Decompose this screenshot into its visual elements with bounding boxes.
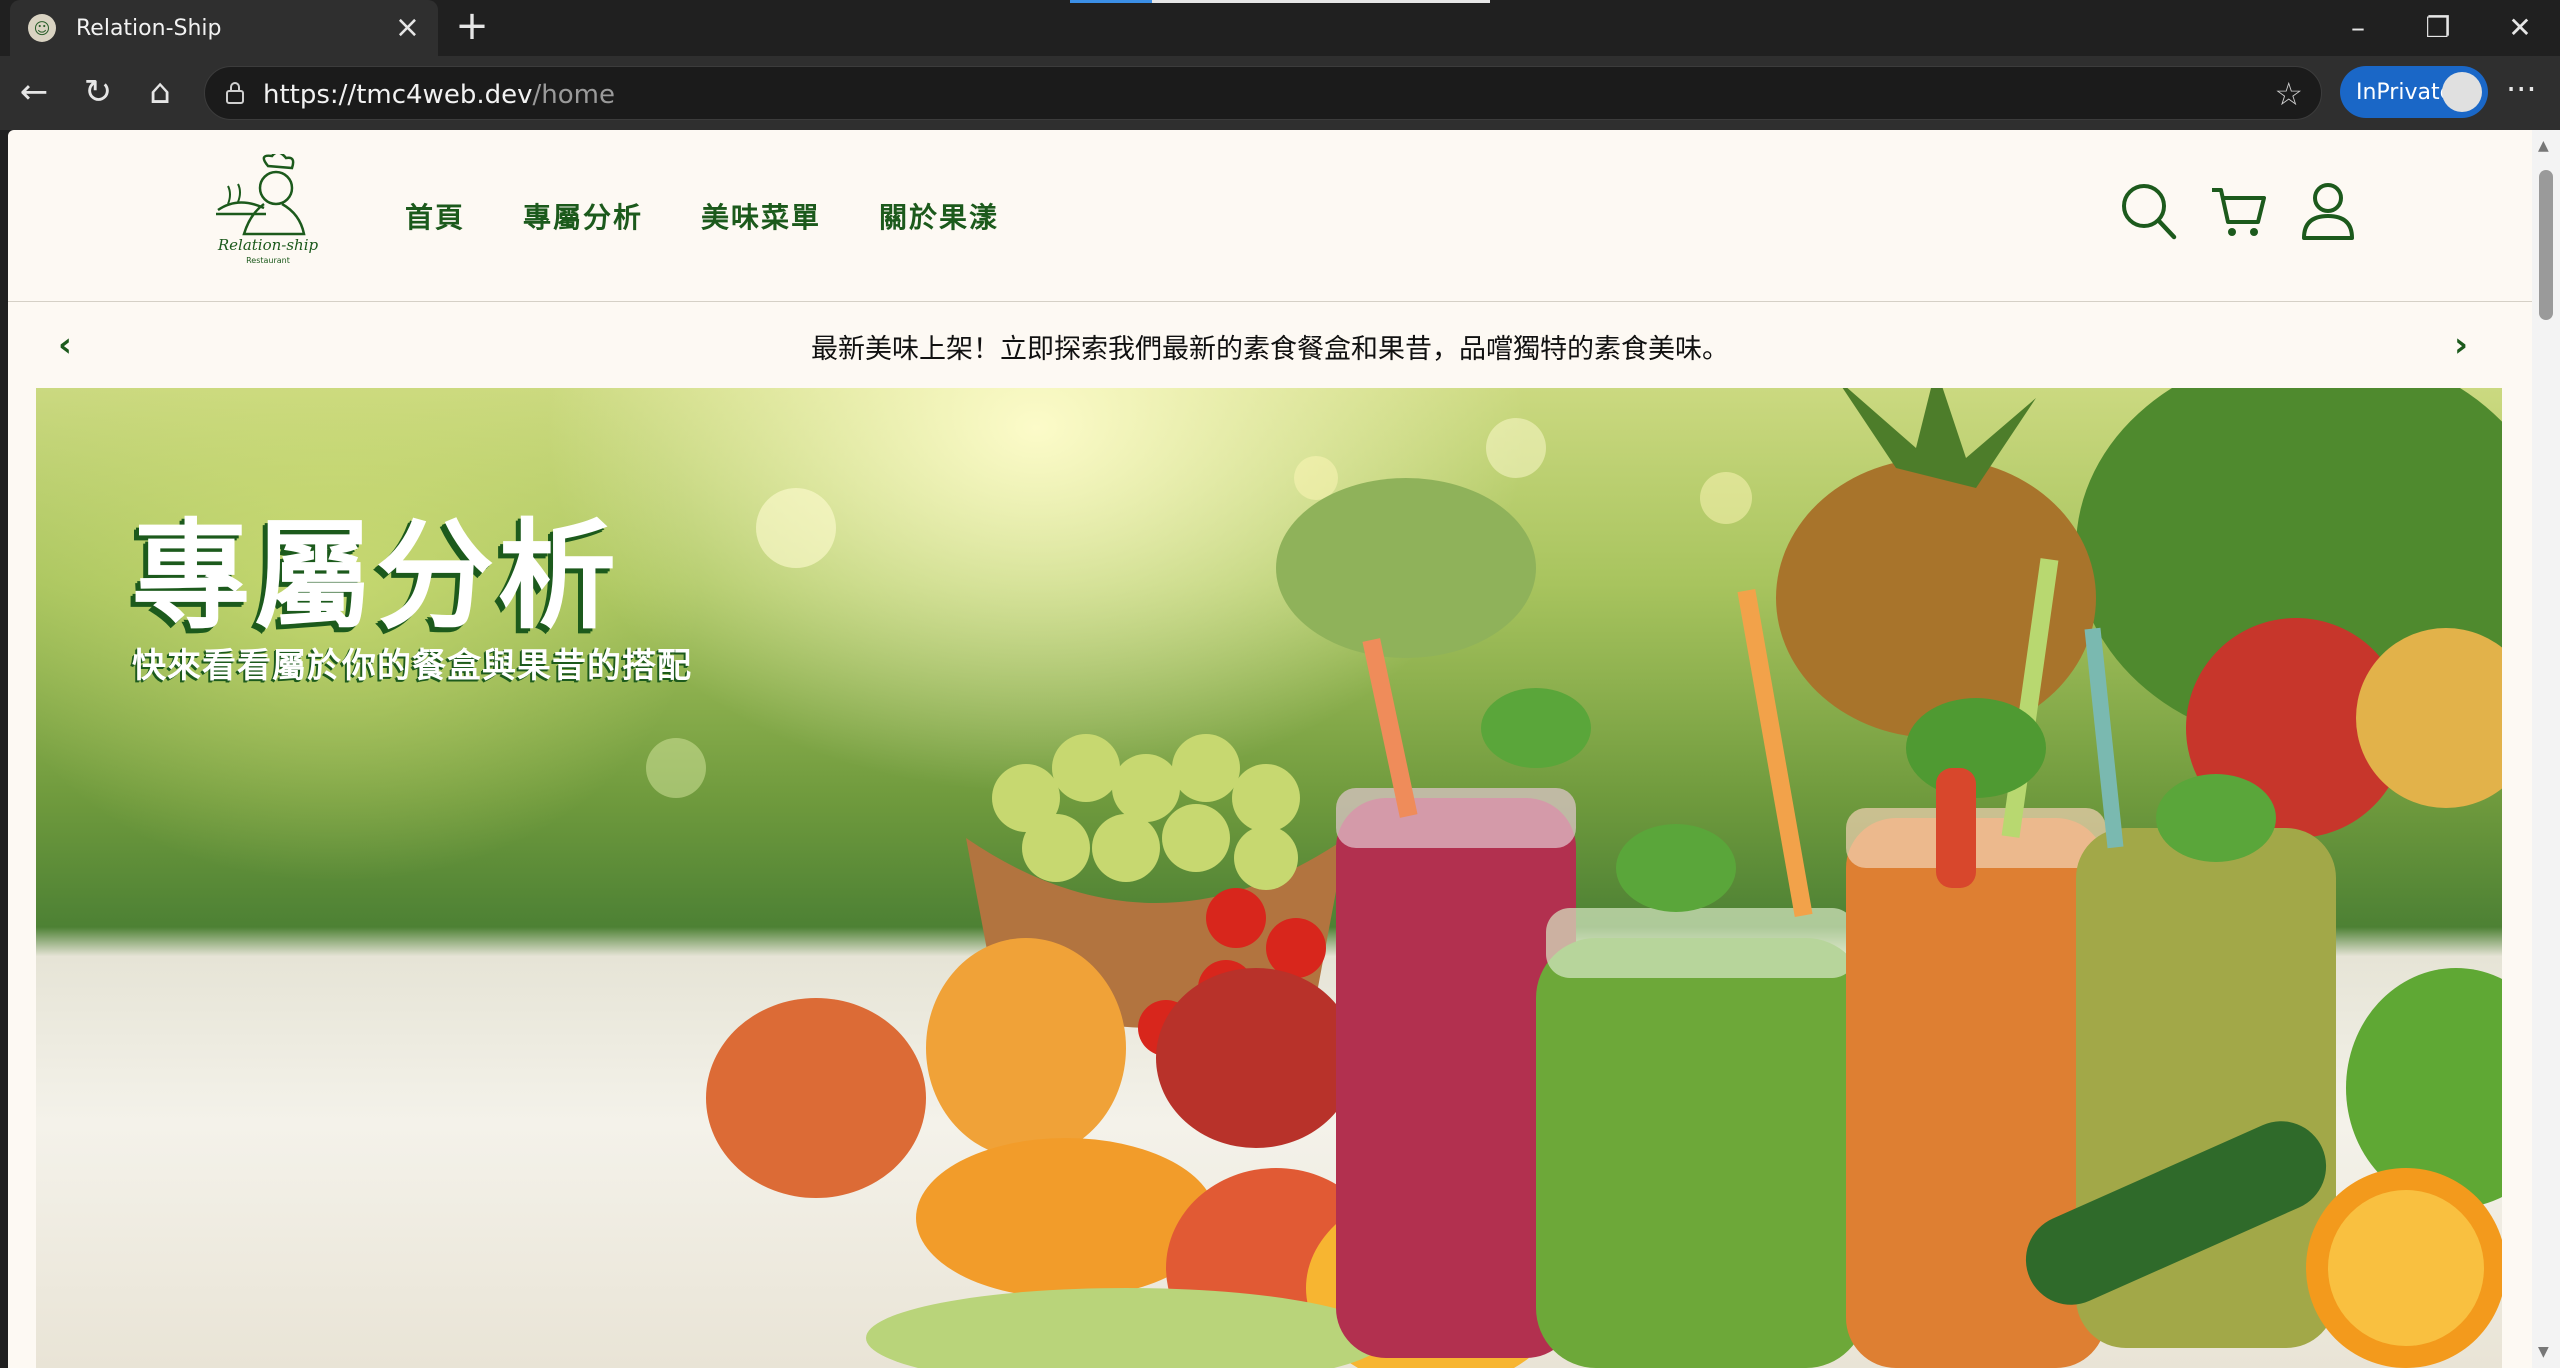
main-nav: 首頁 專屬分析 美味菜單 關於果漾 <box>405 196 1057 236</box>
hero-banner: 專屬分析 快來看看屬於你的餐盒與果昔的搭配 <box>36 388 2502 1368</box>
scroll-down-arrow-icon[interactable]: ▼ <box>2538 1344 2549 1360</box>
more-options-icon[interactable]: ··· <box>2506 70 2537 108</box>
search-icon[interactable] <box>2118 180 2178 242</box>
browser-tab[interactable]: ☺ Relation-Ship × <box>10 0 438 56</box>
nav-about[interactable]: 關於果漾 <box>879 196 999 236</box>
browser-titlebar: ☺ Relation-Ship × + – ❐ ✕ <box>0 0 2560 56</box>
favorite-star-icon[interactable]: ☆ <box>2274 75 2303 113</box>
promo-banner: ‹ 最新美味上架！立即探索我們最新的素食餐盒和果昔，品嚐獨特的素食美味。 › <box>8 303 2532 389</box>
address-bar[interactable]: https://tmc4web.dev/home ☆ <box>204 66 2322 120</box>
scroll-thumb[interactable] <box>2539 170 2553 320</box>
promo-text: 最新美味上架！立即探索我們最新的素食餐盒和果昔，品嚐獨特的素食美味。 <box>811 334 1729 365</box>
site-header: Relation-ship Restaurant 首頁 專屬分析 美味菜單 關於… <box>8 130 2532 302</box>
logo-subtext: Restaurant <box>246 256 290 265</box>
chevron-right-icon[interactable]: › <box>2454 325 2468 365</box>
inprivate-profile-button[interactable]: InPrivate <box>2340 66 2488 118</box>
home-icon[interactable]: ⌂ <box>138 70 182 114</box>
minimize-button[interactable]: – <box>2332 8 2384 48</box>
lock-icon[interactable] <box>225 81 245 105</box>
browser-toolbar: ← ↻ ⌂ https://tmc4web.dev/home ☆ InPriva… <box>0 56 2560 130</box>
nav-menu[interactable]: 美味菜單 <box>701 196 821 236</box>
chef-logo-icon <box>216 151 306 236</box>
tab-favicon-icon: ☺ <box>28 14 56 42</box>
profile-avatar <box>2442 72 2482 112</box>
header-actions <box>2118 180 2388 242</box>
close-window-button[interactable]: ✕ <box>2494 8 2546 48</box>
account-icon[interactable] <box>2298 180 2358 242</box>
scroll-up-arrow-icon[interactable]: ▲ <box>2538 138 2549 154</box>
refresh-icon[interactable]: ↻ <box>76 70 120 114</box>
page-viewport: Relation-ship Restaurant 首頁 專屬分析 美味菜單 關於… <box>8 130 2560 1368</box>
hero-subtitle: 快來看看屬於你的餐盒與果昔的搭配 <box>132 646 692 686</box>
restore-button[interactable]: ❐ <box>2412 8 2464 48</box>
new-tab-button[interactable]: + <box>452 6 492 48</box>
site-logo[interactable]: Relation-ship Restaurant <box>198 151 338 272</box>
nav-home[interactable]: 首頁 <box>405 196 465 236</box>
tab-title: Relation-Ship <box>76 15 222 41</box>
cart-icon[interactable] <box>2208 180 2268 242</box>
loading-progress-bar <box>1070 0 1490 3</box>
nav-exclusive-analysis[interactable]: 專屬分析 <box>523 196 643 236</box>
url-text: https://tmc4web.dev/home <box>263 80 615 110</box>
logo-text: Relation-ship <box>217 236 319 254</box>
page-scrollbar[interactable]: ▲ ▼ <box>2532 130 2560 1368</box>
back-arrow-icon[interactable]: ← <box>12 70 56 114</box>
hero-title: 專屬分析 <box>132 507 621 645</box>
inprivate-label: InPrivate <box>2356 79 2454 105</box>
tab-close-icon[interactable]: × <box>395 13 420 43</box>
